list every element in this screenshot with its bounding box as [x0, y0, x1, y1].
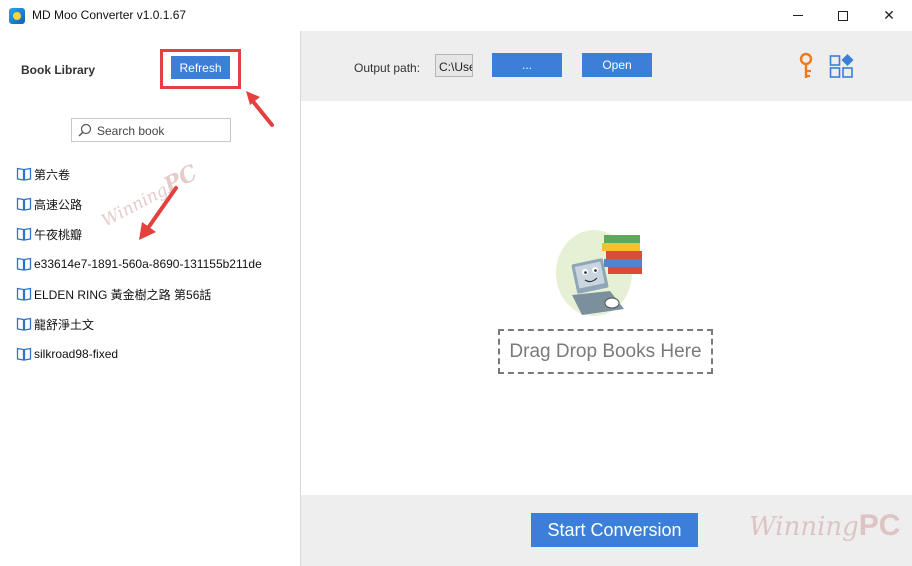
output-path-field[interactable]: C:\Users — [435, 54, 473, 77]
list-item[interactable]: silkroad98-fixed — [16, 339, 262, 369]
book-title: 午夜桃瓣 — [34, 227, 83, 242]
book-title: silkroad98-fixed — [34, 347, 119, 361]
maximize-button[interactable] — [820, 0, 866, 31]
book-icon — [16, 287, 32, 301]
window-title: MD Moo Converter v1.0.1.67 — [32, 8, 187, 22]
list-item[interactable]: 龍舒淨土文 — [16, 309, 262, 339]
output-path-label: Output path: — [354, 61, 421, 75]
book-title: ELDEN RING 黃金樹之路 第56話 — [34, 287, 212, 302]
app-icon — [9, 8, 25, 24]
book-icon — [16, 227, 32, 241]
open-button[interactable]: Open — [582, 53, 652, 77]
output-toolbar: Output path: C:\Users ... Open — [301, 31, 912, 101]
search-placeholder: Search book — [97, 124, 165, 138]
key-icon[interactable] — [798, 52, 818, 80]
drop-zone[interactable]: Drag Drop Books Here — [301, 101, 912, 495]
books-laptop-illustration — [556, 230, 642, 316]
refresh-highlight-box — [160, 49, 241, 89]
conversion-bar: Start Conversion WinningPC — [301, 495, 912, 566]
book-library-title: Book Library — [21, 63, 96, 77]
drag-drop-label: Drag Drop Books Here — [498, 329, 713, 374]
search-input[interactable]: Search book — [71, 118, 231, 142]
book-icon — [16, 197, 32, 211]
title-bar: MD Moo Converter v1.0.1.67 ✕ — [0, 0, 912, 31]
book-icon — [16, 167, 32, 181]
book-icon — [16, 257, 32, 271]
list-item[interactable]: e33614e7-1891-560a-8690-131155b211de — [16, 249, 262, 279]
watermark: WinningPC — [749, 509, 901, 542]
list-item[interactable]: ELDEN RING 黃金樹之路 第56話 — [16, 279, 262, 309]
minimize-button[interactable] — [775, 0, 821, 31]
book-icon — [16, 347, 32, 361]
start-conversion-button[interactable]: Start Conversion — [531, 513, 698, 547]
minimize-icon — [793, 15, 803, 16]
maximize-icon — [838, 10, 848, 21]
browse-button[interactable]: ... — [492, 53, 562, 77]
book-title: 龍舒淨土文 — [34, 317, 95, 332]
annotation-arrow-icon — [246, 91, 274, 127]
search-icon — [78, 123, 92, 137]
book-title: 高速公路 — [34, 197, 83, 212]
close-button[interactable]: ✕ — [866, 0, 912, 31]
annotation-arrow-icon — [139, 186, 178, 240]
book-title: e33614e7-1891-560a-8690-131155b211de — [34, 257, 262, 271]
apps-icon[interactable] — [829, 53, 855, 79]
book-title: 第六卷 — [34, 167, 71, 182]
book-icon — [16, 317, 32, 331]
